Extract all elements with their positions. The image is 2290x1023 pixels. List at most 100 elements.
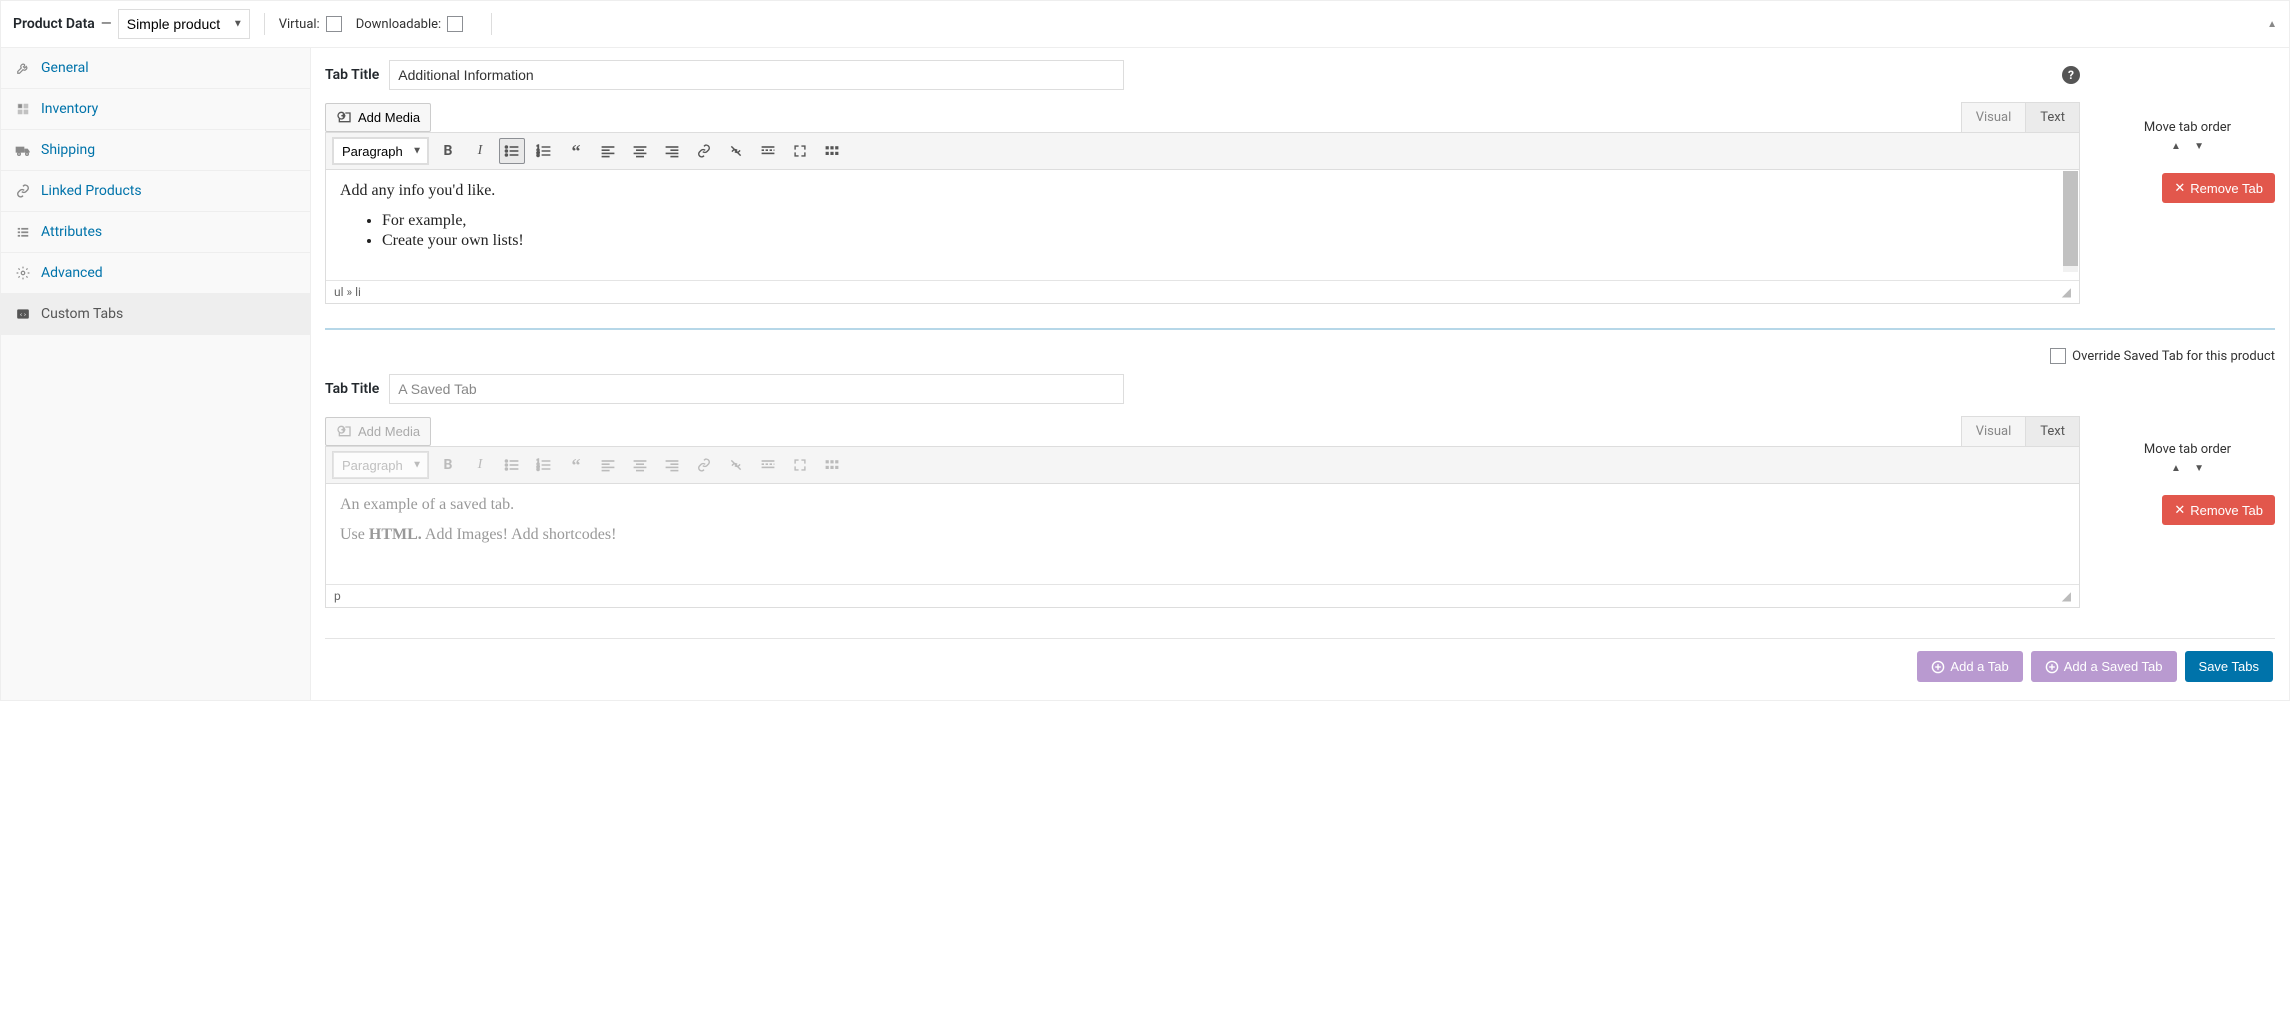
- panel-title: Product Data: [13, 16, 95, 32]
- override-row: Override Saved Tab for this product: [325, 348, 2275, 364]
- paragraph-select-wrap-2: Paragraph ▼: [332, 451, 429, 479]
- close-icon: ✕: [2174, 502, 2185, 518]
- move-down-button[interactable]: ▼: [2194, 141, 2204, 152]
- fullscreen-button-2: [787, 452, 813, 478]
- unlink-button-2: [723, 452, 749, 478]
- help-icon[interactable]: ?: [2062, 66, 2080, 84]
- main-content: Tab Title ? Add Media Visual: [311, 48, 2289, 700]
- sidebar-item-attributes[interactable]: Attributes: [1, 212, 310, 253]
- editor-paragraph: Add any info you'd like.: [340, 182, 2065, 200]
- footer-buttons: Add a Tab Add a Saved Tab Save Tabs: [325, 651, 2275, 682]
- save-tabs-button[interactable]: Save Tabs: [2185, 651, 2273, 682]
- align-right-button[interactable]: [659, 138, 685, 164]
- override-checkbox[interactable]: [2050, 348, 2066, 364]
- media-icon: [336, 110, 352, 124]
- product-data-panel: Product Data — Simple product ▼ Virtual:…: [0, 0, 2290, 701]
- align-left-button[interactable]: [595, 138, 621, 164]
- move-tab-arrows-2: ▲ ▼: [2100, 460, 2275, 475]
- italic-button[interactable]: I: [467, 138, 493, 164]
- unlink-button[interactable]: [723, 138, 749, 164]
- media-icon: [336, 424, 352, 438]
- editor-path-bar-2: p ◢: [326, 584, 2079, 607]
- tab-title-row: Tab Title ?: [325, 60, 2080, 90]
- italic-button-2: I: [467, 452, 493, 478]
- paragraph-select[interactable]: Paragraph: [333, 138, 428, 164]
- visual-tab-2[interactable]: Visual: [1962, 417, 2027, 446]
- move-up-button[interactable]: ▲: [2171, 141, 2181, 152]
- sidebar-item-advanced[interactable]: Advanced: [1, 253, 310, 294]
- add-saved-tab-button[interactable]: Add a Saved Tab: [2031, 651, 2177, 682]
- toolbar-toggle-button-2: [819, 452, 845, 478]
- numbered-list-button[interactable]: 123: [531, 138, 557, 164]
- link-icon: [15, 183, 31, 199]
- tab-title-input-2[interactable]: [389, 374, 1124, 404]
- tab-title-row-2: Tab Title: [325, 374, 2080, 404]
- fullscreen-button[interactable]: [787, 138, 813, 164]
- remove-tab-label: Remove Tab: [2190, 181, 2263, 196]
- sidebar-item-inventory[interactable]: Inventory: [1, 89, 310, 130]
- sidebar-item-label: Attributes: [41, 224, 102, 240]
- remove-tab-button[interactable]: ✕ Remove Tab: [2162, 173, 2275, 203]
- move-down-button-2[interactable]: ▼: [2194, 463, 2204, 474]
- sidebar-item-linked-products[interactable]: Linked Products: [1, 171, 310, 212]
- bullet-list-button[interactable]: [499, 138, 525, 164]
- code-icon: ‹›: [15, 306, 31, 322]
- editor-list-item: Create your own lists!: [382, 232, 2065, 250]
- tab-title-label: Tab Title: [325, 67, 379, 83]
- scrollbar[interactable]: [2063, 171, 2078, 272]
- editor-path-2: p: [334, 589, 341, 603]
- sidebar-item-label: Linked Products: [41, 183, 142, 199]
- editor-paragraph: An example of a saved tab.: [340, 496, 2065, 514]
- editor-list-item: For example,: [382, 212, 2065, 230]
- editor-body-2: An example of a saved tab. Use HTML. Add…: [325, 484, 2080, 608]
- resize-grip-icon[interactable]: ◢: [2062, 285, 2071, 299]
- sidebar-item-label: Advanced: [41, 265, 103, 281]
- move-tab-arrows: ▲ ▼: [2100, 138, 2275, 153]
- text-tab-2[interactable]: Text: [2026, 417, 2079, 446]
- bold-button-2: B: [435, 452, 461, 478]
- editor-content-2: An example of a saved tab. Use HTML. Add…: [326, 484, 2079, 584]
- sidebar-item-label: Shipping: [41, 142, 95, 158]
- plus-circle-icon: [1931, 660, 1945, 674]
- visual-tab[interactable]: Visual: [1962, 103, 2027, 132]
- product-type-select[interactable]: Simple product: [119, 10, 249, 38]
- paragraph-select-wrap[interactable]: Paragraph ▼: [332, 137, 429, 165]
- insert-more-button-2: [755, 452, 781, 478]
- bold-button[interactable]: B: [435, 138, 461, 164]
- insert-link-button-2: [691, 452, 717, 478]
- inventory-icon: [15, 101, 31, 117]
- collapse-caret-icon[interactable]: ▲: [2267, 19, 2277, 30]
- toolbar-toggle-button[interactable]: [819, 138, 845, 164]
- move-up-button-2[interactable]: ▲: [2171, 463, 2181, 474]
- text-tab[interactable]: Text: [2026, 103, 2079, 132]
- footer-divider: [325, 638, 2275, 639]
- align-center-button[interactable]: [627, 138, 653, 164]
- align-left-button-2: [595, 452, 621, 478]
- sidebar-item-general[interactable]: General: [1, 48, 310, 89]
- resize-grip-icon[interactable]: ◢: [2062, 589, 2071, 603]
- sidebar-item-shipping[interactable]: Shipping: [1, 130, 310, 171]
- title-dash: —: [101, 16, 112, 32]
- insert-more-button[interactable]: [755, 138, 781, 164]
- close-icon: ✕: [2174, 180, 2185, 196]
- sidebar-item-custom-tabs[interactable]: ‹› Custom Tabs: [1, 294, 310, 335]
- blockquote-button[interactable]: “: [563, 138, 589, 164]
- tab-side-controls: Move tab order ▲ ▼ ✕ Remove Tab: [2100, 60, 2275, 203]
- product-type-select-wrap[interactable]: Simple product ▼: [118, 9, 250, 39]
- override-label: Override Saved Tab for this product: [2072, 349, 2275, 364]
- add-tab-button[interactable]: Add a Tab: [1917, 651, 2022, 682]
- align-center-button-2: [627, 452, 653, 478]
- virtual-checkbox[interactable]: [326, 16, 342, 32]
- editor-mode-tabs-2: Visual Text: [1961, 416, 2080, 446]
- add-media-button[interactable]: Add Media: [325, 103, 431, 132]
- editor-content[interactable]: Add any info you'd like. For example, Cr…: [326, 170, 2079, 280]
- truck-icon: [15, 142, 31, 158]
- insert-link-button[interactable]: [691, 138, 717, 164]
- tab-title-input[interactable]: [389, 60, 1124, 90]
- downloadable-checkbox[interactable]: [447, 16, 463, 32]
- svg-text:3: 3: [537, 153, 540, 158]
- list-icon: [15, 224, 31, 240]
- add-media-label: Add Media: [358, 110, 420, 125]
- remove-tab-button-2[interactable]: ✕ Remove Tab: [2162, 495, 2275, 525]
- virtual-label: Virtual:: [279, 17, 320, 32]
